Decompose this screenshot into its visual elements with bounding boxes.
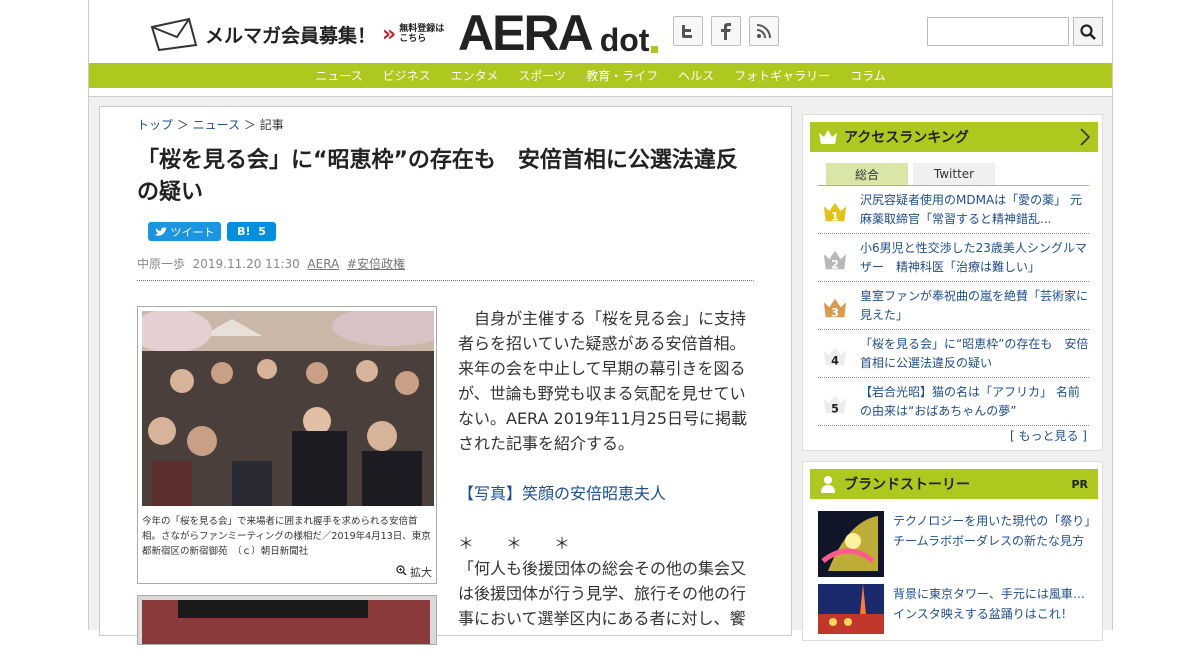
tweet-label: ツイート (170, 225, 215, 239)
article-meta: 中原一歩 2019.11.20 11:30 AERA #安倍政権 (137, 255, 405, 272)
rank-5-icon: 5 (822, 392, 848, 416)
article-body: 自身が主催する「桜を見る会」に支持者らを招いていた疑惑がある安倍首相。来年の会を… (458, 306, 756, 656)
photo-link[interactable]: 【写真】笑顔の安倍昭恵夫人 (458, 481, 756, 506)
brand-item[interactable]: テクノロジーを用いた現代の「祭り」チームラボボーダレスの新たな見方 (818, 511, 1093, 577)
article-source-link[interactable]: AERA (307, 257, 339, 271)
nav-item-column[interactable]: コラム (850, 67, 886, 84)
nav-item-sports[interactable]: スポーツ (518, 67, 566, 84)
nav-item-entame[interactable]: エンタメ (451, 67, 499, 84)
rank-4-icon: 4 (822, 344, 848, 368)
access-ranking-panel: アクセスランキング 総合 Twitter 1 沢尻容疑者使用のMDMAは「愛の薬… (802, 114, 1103, 451)
breadcrumb-home[interactable]: トップ (137, 118, 173, 132)
ranking-item-text: 「桜を見る会」に“昭恵枠”の存在も 安倍首相に公選法違反の疑い (860, 337, 1089, 370)
ranking-item-text: 【岩合光昭】猫の名は「アフリカ」 名前の由来は“おばあちゃんの夢” (860, 385, 1080, 418)
section-separator: ＊ ＊ ＊ (458, 534, 571, 553)
twitter-bird-icon (154, 226, 167, 236)
rss-icon[interactable] (749, 16, 779, 46)
svg-text:5: 5 (831, 402, 839, 415)
ranking-item[interactable]: 1 沢尻容疑者使用のMDMAは「愛の薬」 元麻薬取締官「常習すると精神錯乱... (818, 186, 1089, 234)
ranking-item-text: 皇室ファンが奉祝曲の嵐を絶賛「芸術家に見えた」 (860, 289, 1089, 322)
mailmag-sub: 無料登録は こちら (399, 24, 445, 44)
envelope-icon (150, 17, 198, 51)
rank-2-icon: 2 (822, 248, 848, 272)
breadcrumb-current: 記事 (259, 118, 284, 132)
crown-icon (819, 130, 837, 144)
article-paragraph: 自身が主催する「桜を見る会」に支持者らを招いていた疑惑がある安倍首相。来年の会を… (458, 309, 747, 453)
ranking-title: アクセスランキング (844, 130, 969, 146)
logo-main: AERA (458, 5, 594, 61)
search-input[interactable] (927, 17, 1069, 46)
zoom-label: 拡大 (410, 566, 432, 579)
tab-twitter[interactable]: Twitter (913, 163, 995, 185)
svg-text:4: 4 (831, 354, 839, 367)
svg-text:3: 3 (831, 306, 839, 319)
article-paragraph: 「何人も後援団体の総会その他の集会又は後援団体が行う見学、旅行その他の行事におい… (458, 559, 747, 628)
chevron-right-icon: » (382, 21, 396, 47)
article-tag-link[interactable]: #安倍政権 (347, 257, 405, 271)
mailmag-banner[interactable]: メルマガ会員募集！ » 無料登録は こちら (149, 16, 444, 52)
article-author: 中原一歩 (137, 257, 186, 271)
brand-story-panel: ブランドストーリー PR テクノロジーを用いた現代の「祭り」チームラボボーダレス… (802, 461, 1103, 641)
rank-3-icon: 3 (822, 296, 848, 320)
nav-item-education[interactable]: 教育・ライフ (586, 67, 658, 84)
search-button[interactable] (1073, 17, 1103, 46)
facebook-icon[interactable] (711, 16, 741, 46)
logo-sub: dot (599, 22, 650, 58)
zoom-link[interactable]: 拡大 (395, 564, 432, 580)
svg-text:1: 1 (831, 210, 839, 223)
article-photo[interactable] (142, 311, 434, 506)
hatena-bookmark-button[interactable]: B! 5 (227, 222, 276, 241)
article-panel: トップ ＞ ニュース ＞ 記事 「桜を見る会」に“昭恵枠”の存在も 安倍首相に公… (99, 106, 792, 645)
brand-thumbnail (818, 511, 884, 577)
nav-item-news[interactable]: ニュース (315, 67, 362, 84)
mailmag-label: メルマガ会員募集！ (205, 24, 377, 47)
divider (137, 280, 754, 281)
chevron-right-icon: ＞ (240, 118, 260, 132)
article-date: 2019.11.20 11:30 (192, 257, 300, 271)
ranking-item[interactable]: 3 皇室ファンが奉祝曲の嵐を絶賛「芸術家に見えた」 (818, 282, 1089, 330)
article-photo-box: 今年の「桜を見る会」で来場者に囲まれ握手を求められる安倍首相。さながらファンミー… (137, 306, 437, 584)
svg-text:2: 2 (831, 258, 839, 271)
tweet-button[interactable]: ツイート (148, 222, 221, 241)
nav-item-health[interactable]: ヘルス (678, 67, 714, 84)
logo-dot (651, 46, 659, 53)
pr-badge: PR (1071, 477, 1088, 491)
ranking-item[interactable]: 5 【岩合光昭】猫の名は「アフリカ」 名前の由来は“おばあちゃんの夢” (818, 378, 1089, 426)
rank-1-icon: 1 (822, 200, 848, 224)
chevron-right-icon (1080, 128, 1090, 146)
ranking-header[interactable]: アクセスランキング (810, 122, 1098, 152)
ranking-item[interactable]: 2 小6男児と性交渉した23歳美人シングルマザー 精神科医「治療は難しい」 (818, 234, 1089, 282)
brand-header: ブランドストーリー PR (810, 469, 1098, 499)
brand-title: ブランドストーリー (844, 477, 970, 493)
hatena-icon: B! (237, 225, 251, 238)
site-header: メルマガ会員募集！ » 無料登録は こちら AERA dot (89, 0, 1112, 63)
site-logo[interactable]: AERA dot (458, 5, 659, 61)
article-photo-2[interactable] (137, 595, 437, 645)
tab-overall[interactable]: 総合 (826, 163, 908, 185)
search-icon (1080, 23, 1096, 40)
main-nav: ニュース ビジネス エンタメ スポーツ 教育・ライフ ヘルス フォトギャラリー … (89, 63, 1112, 88)
brand-item-text: テクノロジーを用いた現代の「祭り」チームラボボーダレスの新たな見方 (893, 514, 1091, 548)
page-frame: メルマガ会員募集！ » 無料登録は こちら AERA dot ニュース ビジネス … (88, 0, 1113, 645)
ranking-item-text: 小6男児と性交渉した23歳美人シングルマザー 精神科医「治療は難しい」 (860, 241, 1087, 274)
twitter-icon[interactable] (673, 16, 703, 46)
brand-item-text: 背景に東京タワー、手元には風車…インスタ映えする盆踊りはこれ！ (893, 587, 1085, 621)
breadcrumb-news[interactable]: ニュース (193, 118, 240, 132)
brand-item[interactable]: 背景に東京タワー、手元には風車…インスタ映えする盆踊りはこれ！ (818, 584, 1093, 634)
brand-thumbnail (818, 584, 884, 634)
more-link[interactable]: [ もっと見る ] (1010, 427, 1087, 444)
person-icon (821, 476, 835, 493)
nav-item-photo[interactable]: フォトギャラリー (734, 67, 830, 84)
photo-caption: 今年の「桜を見る会」で来場者に囲まれ握手を求められる安倍首相。さながらファンミー… (142, 516, 431, 557)
breadcrumb: トップ ＞ ニュース ＞ 記事 (137, 116, 284, 133)
chevron-right-icon: ＞ (173, 118, 193, 132)
ranking-item[interactable]: 4 「桜を見る会」に“昭恵枠”の存在も 安倍首相に公選法違反の疑い (818, 330, 1089, 378)
zoom-icon (395, 565, 407, 576)
nav-item-business[interactable]: ビジネス (383, 67, 431, 84)
ranking-item-text: 沢尻容疑者使用のMDMAは「愛の薬」 元麻薬取締官「常習すると精神錯乱... (860, 193, 1082, 226)
hatena-count: 5 (258, 225, 266, 238)
article-title: 「桜を見る会」に“昭恵枠”の存在も 安倍首相に公選法違反の疑い (137, 148, 738, 205)
